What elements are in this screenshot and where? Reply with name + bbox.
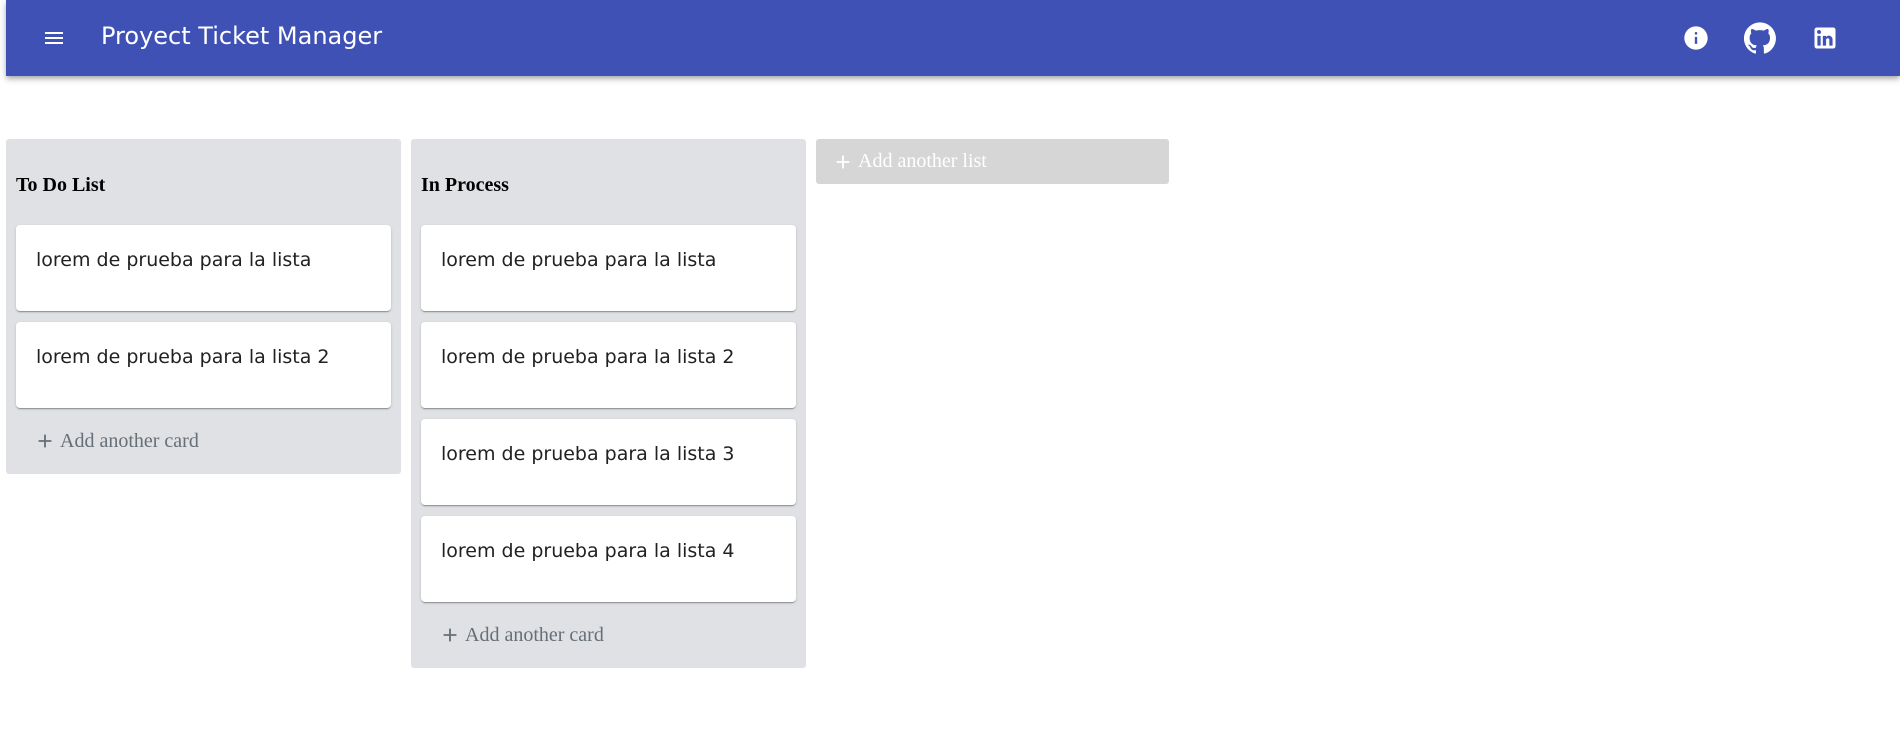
app-bar: Proyect Ticket Manager (6, 0, 1900, 76)
list-title: To Do List (16, 174, 106, 196)
card-text: lorem de prueba para la lista 2 (441, 346, 735, 368)
card[interactable]: lorem de prueba para la lista 2 (421, 322, 796, 408)
add-card-button[interactable]: Add another card (439, 620, 604, 650)
linkedin-icon (1814, 27, 1836, 49)
card-text: lorem de prueba para la lista 4 (441, 540, 735, 562)
card[interactable]: lorem de prueba para la lista 3 (421, 419, 796, 505)
app-title: Proyect Ticket Manager (101, 22, 383, 50)
add-card-button[interactable]: Add another card (34, 426, 199, 456)
list-to-do: To Do List lorem de prueba para la lista… (6, 139, 401, 474)
card-text: lorem de prueba para la lista (441, 249, 717, 271)
menu-icon (45, 32, 63, 44)
card-text: lorem de prueba para la lista (36, 249, 312, 271)
list-title: In Process (421, 174, 509, 196)
card[interactable]: lorem de prueba para la lista (16, 225, 391, 311)
list-in-process: In Process lorem de prueba para la lista… (411, 139, 806, 668)
add-list-label: Add another list (858, 150, 987, 172)
info-icon (1684, 26, 1708, 50)
plus-icon (38, 434, 52, 448)
plus-icon (443, 628, 457, 642)
card[interactable]: lorem de prueba para la lista 2 (16, 322, 391, 408)
linkedin-button[interactable] (1801, 14, 1849, 62)
info-button[interactable] (1672, 14, 1720, 62)
add-card-label: Add another card (465, 623, 604, 646)
card-text: lorem de prueba para la lista 2 (36, 346, 330, 368)
github-button[interactable] (1736, 14, 1784, 62)
plus-icon (832, 151, 854, 173)
card[interactable]: lorem de prueba para la lista (421, 225, 796, 311)
add-list-button[interactable]: Add another list (816, 139, 1169, 184)
card[interactable]: lorem de prueba para la lista 4 (421, 516, 796, 602)
menu-button[interactable] (30, 14, 78, 62)
add-card-label: Add another card (60, 429, 199, 452)
github-icon (1744, 22, 1776, 54)
card-text: lorem de prueba para la lista 3 (441, 443, 735, 465)
